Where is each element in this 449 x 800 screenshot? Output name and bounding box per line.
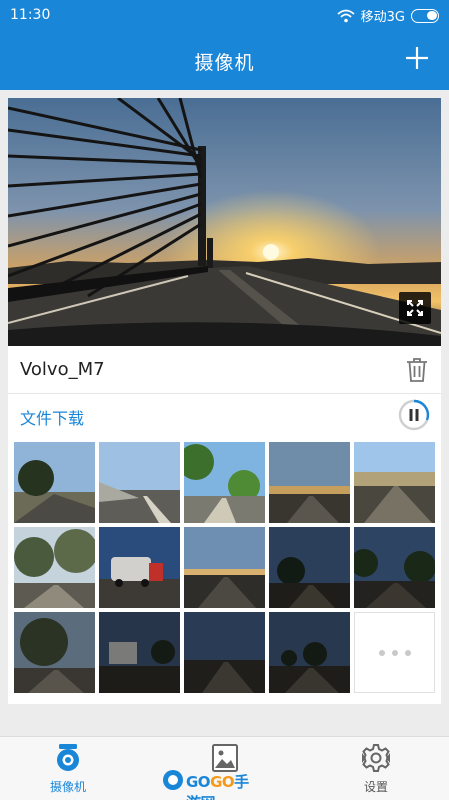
status-indicators: 移动3G xyxy=(337,6,439,25)
thumbnail[interactable] xyxy=(269,527,350,608)
watermark-logo: GOGO手游网 xyxy=(163,767,258,800)
thumbnail[interactable] xyxy=(184,527,265,608)
thumbnail[interactable] xyxy=(354,442,435,523)
page-title: 摄像机 xyxy=(194,52,255,74)
thumbnail[interactable] xyxy=(14,612,95,693)
thumbnail[interactable] xyxy=(99,442,180,523)
download-label[interactable]: 文件下载 xyxy=(20,405,84,429)
thumbnail[interactable] xyxy=(354,527,435,608)
more-thumbnails-button[interactable] xyxy=(354,612,435,693)
status-time: 11:30 xyxy=(10,7,51,23)
battery-icon xyxy=(411,8,439,23)
gear-icon xyxy=(362,744,390,772)
thumbnail[interactable] xyxy=(99,527,180,608)
nav-label-camera: 摄像机 xyxy=(49,780,86,794)
thumbnail[interactable] xyxy=(14,442,95,523)
fullscreen-icon[interactable] xyxy=(399,292,431,324)
add-icon[interactable] xyxy=(403,44,431,72)
thumbnail[interactable] xyxy=(99,612,180,693)
camera-card: Volvo_M7 文件下载 xyxy=(8,98,441,704)
watermark-logo-icon xyxy=(163,770,183,790)
status-bar: 11:30 移动3G xyxy=(0,0,449,30)
thumbnail-grid xyxy=(14,442,435,693)
watermark-text: GOGO手游网 xyxy=(186,773,249,800)
camera-icon xyxy=(57,744,79,771)
nav-item-camera[interactable]: 摄像机 xyxy=(8,737,128,800)
thumbnail[interactable] xyxy=(269,612,350,693)
more-dot xyxy=(378,649,385,656)
download-row: 文件下载 xyxy=(8,394,441,438)
thumbnail[interactable] xyxy=(269,442,350,523)
live-video-preview[interactable] xyxy=(8,98,441,346)
thumbnail[interactable] xyxy=(184,442,265,523)
app-header: 摄像机 xyxy=(0,30,449,90)
camera-name-row: Volvo_M7 xyxy=(8,346,441,394)
thumbnail[interactable] xyxy=(184,612,265,693)
video-frame xyxy=(8,98,441,346)
thumbnail[interactable] xyxy=(14,527,95,608)
carrier-label: 移动3G xyxy=(360,10,405,25)
pause-icon[interactable] xyxy=(397,398,431,432)
camera-name: Volvo_M7 xyxy=(20,359,105,380)
more-dot xyxy=(391,649,398,656)
trash-icon[interactable] xyxy=(405,357,429,383)
nav-item-settings[interactable]: 设置 xyxy=(316,737,436,800)
nav-label-settings: 设置 xyxy=(363,780,388,794)
more-dot xyxy=(404,649,411,656)
wifi-icon xyxy=(337,9,355,22)
